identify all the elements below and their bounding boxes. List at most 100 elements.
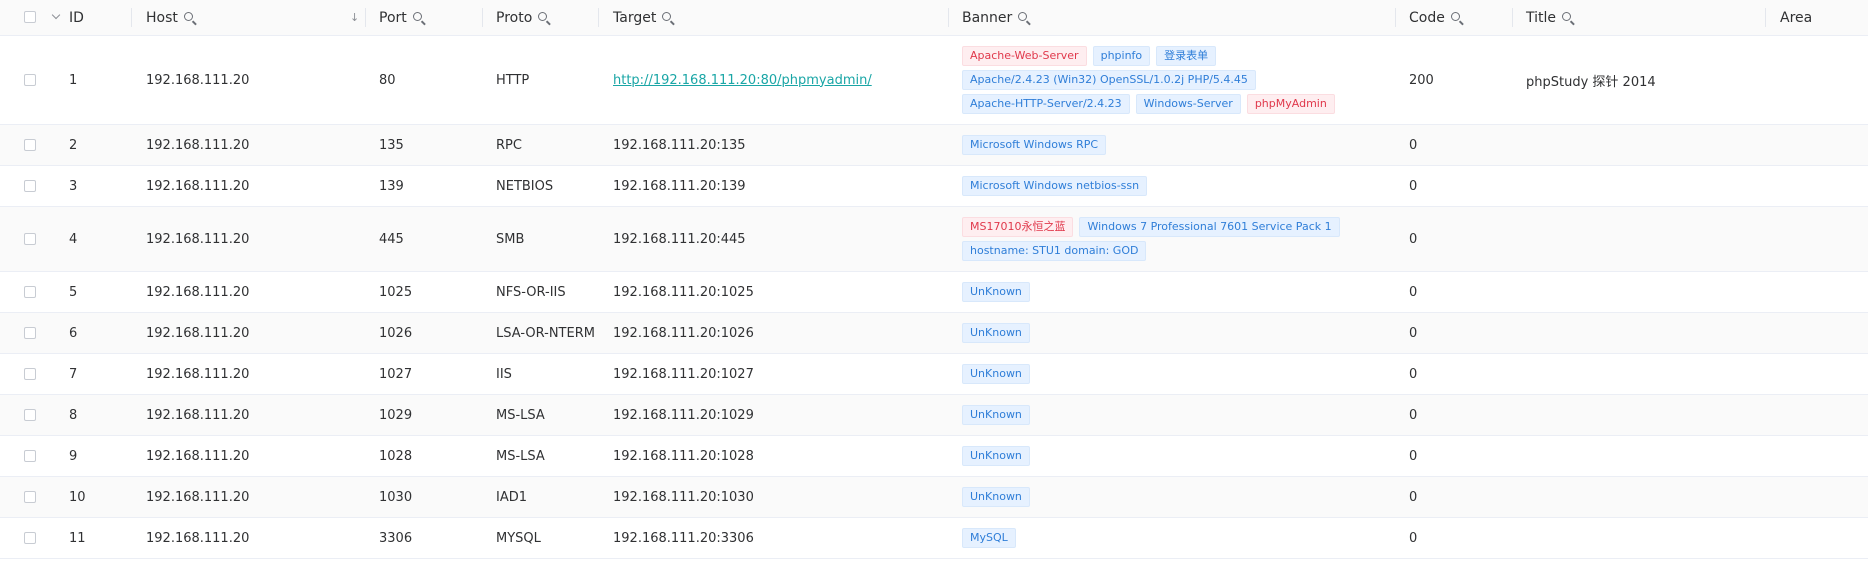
search-icon[interactable] xyxy=(1450,12,1460,21)
column-label: Area xyxy=(1780,9,1813,26)
column-divider[interactable] xyxy=(482,8,483,27)
column-divider[interactable] xyxy=(1765,8,1766,27)
table-row[interactable]: 3 192.168.111.20 139 NETBIOS 192.168.111… xyxy=(0,166,1868,207)
chevron-down-icon[interactable] xyxy=(51,10,61,20)
row-checkbox[interactable] xyxy=(24,532,36,544)
cell-code: 200 xyxy=(1409,72,1434,88)
column-header-port[interactable]: Port xyxy=(379,0,422,35)
banner-tag: UnKnown xyxy=(962,282,1030,302)
sort-down-arrow-icon[interactable]: ↓ xyxy=(350,11,359,24)
cell-port: 1026 xyxy=(379,325,413,341)
banner-tag: phpinfo xyxy=(1092,46,1151,66)
cell-code: 0 xyxy=(1409,137,1418,153)
column-header-proto[interactable]: Proto xyxy=(496,0,548,35)
table-row[interactable]: 5 192.168.111.20 1025 NFS-OR-IIS 192.168… xyxy=(0,272,1868,313)
banner-tag: Microsoft Windows RPC xyxy=(962,135,1107,155)
table-row[interactable]: 10 192.168.111.20 1030 IAD1 192.168.111.… xyxy=(0,477,1868,518)
row-checkbox[interactable] xyxy=(24,327,36,339)
banner-tag: hostname: STU1 domain: GOD xyxy=(962,241,1147,261)
row-checkbox[interactable] xyxy=(24,180,36,192)
column-label: ID xyxy=(69,9,84,26)
column-header-area[interactable]: Area xyxy=(1780,0,1818,35)
column-header-host[interactable]: Host xyxy=(146,0,193,35)
cell-target: 192.168.111.20:3306 xyxy=(613,530,754,546)
banner-tags: UnKnown xyxy=(962,395,1382,435)
banner-tags: MS17010永恒之蓝 Windows 7 Professional 7601 … xyxy=(962,207,1382,271)
cell-port: 139 xyxy=(379,178,404,194)
banner-tag: phpMyAdmin xyxy=(1246,94,1335,114)
cell-host: 192.168.111.20 xyxy=(146,72,250,88)
cell-code: 0 xyxy=(1409,178,1418,194)
cell-proto: IIS xyxy=(496,366,512,382)
column-divider[interactable] xyxy=(948,8,949,27)
cell-host: 192.168.111.20 xyxy=(146,448,250,464)
search-icon[interactable] xyxy=(1562,12,1572,21)
select-all-checkbox[interactable] xyxy=(24,11,36,23)
cell-proto: NETBIOS xyxy=(496,178,554,194)
column-divider[interactable] xyxy=(598,8,599,27)
banner-tags: UnKnown xyxy=(962,354,1382,394)
column-header-title[interactable]: Title xyxy=(1526,0,1572,35)
banner-tags: MySQL xyxy=(962,518,1382,558)
cell-title: phpStudy 探针 2014 xyxy=(1526,74,1656,90)
cell-port: 445 xyxy=(379,231,404,247)
column-header-code[interactable]: Code xyxy=(1409,0,1460,35)
row-checkbox[interactable] xyxy=(24,450,36,462)
cell-code: 0 xyxy=(1409,284,1418,300)
banner-tags: Microsoft Windows RPC xyxy=(962,125,1382,165)
cell-port: 1029 xyxy=(379,407,413,423)
cell-proto: MS-LSA xyxy=(496,407,545,423)
column-divider[interactable] xyxy=(131,8,132,27)
column-header-id[interactable]: ID xyxy=(69,0,90,35)
column-divider[interactable] xyxy=(365,8,366,27)
cell-target: 192.168.111.20:1025 xyxy=(613,284,754,300)
table-row[interactable]: 2 192.168.111.20 135 RPC 192.168.111.20:… xyxy=(0,125,1868,166)
row-checkbox[interactable] xyxy=(24,368,36,380)
column-header-banner[interactable]: Banner xyxy=(962,0,1028,35)
cell-target: 192.168.111.20:445 xyxy=(613,231,746,247)
cell-id: 10 xyxy=(69,489,86,505)
column-header-target[interactable]: Target xyxy=(613,0,672,35)
cell-port: 1027 xyxy=(379,366,413,382)
row-checkbox[interactable] xyxy=(24,74,36,86)
table-row[interactable]: 1 192.168.111.20 80 HTTP http://192.168.… xyxy=(0,36,1868,125)
table-row[interactable]: 7 192.168.111.20 1027 IIS 192.168.111.20… xyxy=(0,354,1868,395)
cell-id: 5 xyxy=(69,284,78,300)
table-header: ID Host ↓ Port Proto Target Banner Code … xyxy=(0,0,1868,36)
target-link[interactable]: http://192.168.111.20:80/phpmyadmin/ xyxy=(613,73,872,88)
cell-host: 192.168.111.20 xyxy=(146,284,250,300)
column-label: Host xyxy=(146,9,178,26)
cell-id: 7 xyxy=(69,366,78,382)
table-row[interactable]: 8 192.168.111.20 1029 MS-LSA 192.168.111… xyxy=(0,395,1868,436)
cell-proto: MYSQL xyxy=(496,530,541,546)
cell-port: 80 xyxy=(379,72,396,88)
row-checkbox[interactable] xyxy=(24,139,36,151)
results-table: ID Host ↓ Port Proto Target Banner Code … xyxy=(0,0,1868,561)
cell-target: 192.168.111.20:135 xyxy=(613,137,746,153)
row-checkbox[interactable] xyxy=(24,233,36,245)
cell-id: 6 xyxy=(69,325,78,341)
table-row[interactable]: 11 192.168.111.20 3306 MYSQL 192.168.111… xyxy=(0,518,1868,559)
column-divider[interactable] xyxy=(1395,8,1396,27)
banner-tags: UnKnown xyxy=(962,436,1382,476)
table-row[interactable]: 6 192.168.111.20 1026 LSA-OR-NTERM 192.1… xyxy=(0,313,1868,354)
search-icon[interactable] xyxy=(1018,12,1028,21)
cell-proto: RPC xyxy=(496,137,522,153)
cell-target: 192.168.111.20:139 xyxy=(613,178,746,194)
table-row[interactable]: 9 192.168.111.20 1028 MS-LSA 192.168.111… xyxy=(0,436,1868,477)
cell-port: 1028 xyxy=(379,448,413,464)
column-label: Proto xyxy=(496,9,533,26)
cell-id: 4 xyxy=(69,231,78,247)
table-row[interactable]: 4 192.168.111.20 445 SMB 192.168.111.20:… xyxy=(0,207,1868,272)
search-icon[interactable] xyxy=(183,12,193,21)
row-checkbox[interactable] xyxy=(24,409,36,421)
row-checkbox[interactable] xyxy=(24,286,36,298)
cell-proto: LSA-OR-NTERM xyxy=(496,325,595,341)
column-divider[interactable] xyxy=(1512,8,1513,27)
search-icon[interactable] xyxy=(662,12,672,21)
search-icon[interactable] xyxy=(412,12,422,21)
row-checkbox[interactable] xyxy=(24,491,36,503)
column-label: Port xyxy=(379,9,407,26)
search-icon[interactable] xyxy=(538,12,548,21)
cell-code: 0 xyxy=(1409,325,1418,341)
